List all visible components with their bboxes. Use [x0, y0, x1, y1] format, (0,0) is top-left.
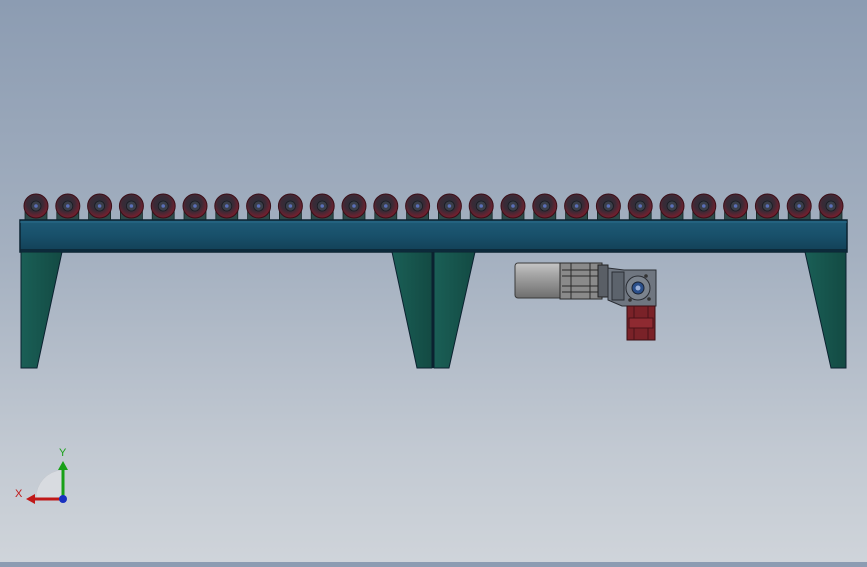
roller [436, 193, 462, 221]
roller [659, 193, 685, 221]
roller [214, 193, 240, 221]
roller [500, 193, 526, 221]
roller [532, 193, 558, 221]
roller [309, 193, 335, 221]
roller-row [23, 193, 844, 221]
roller [595, 193, 621, 221]
roller [691, 193, 717, 221]
roller [118, 193, 144, 221]
roller [55, 193, 81, 221]
roller [754, 193, 780, 221]
coordinate-triad: Y X [15, 447, 68, 504]
axis-label-x: X [15, 488, 23, 500]
leg-center-left [391, 251, 433, 369]
leg-right [804, 251, 847, 369]
roller [468, 193, 494, 221]
roller [786, 193, 812, 221]
axis-label-y: Y [59, 447, 67, 459]
support-legs [20, 251, 847, 369]
roller [277, 193, 303, 221]
conveyor-frame [19, 219, 848, 253]
leg-center-right [433, 251, 476, 369]
roller [87, 193, 113, 221]
roller [818, 193, 844, 221]
roller [23, 193, 49, 221]
conveyor-drawing: Y X [15, 193, 848, 504]
roller [182, 193, 208, 221]
roller [341, 193, 367, 221]
cad-viewport[interactable]: Y X [0, 0, 867, 562]
roller [373, 193, 399, 221]
roller [246, 193, 272, 221]
roller [627, 193, 653, 221]
roller [723, 193, 749, 221]
leg-left [20, 251, 63, 369]
roller [150, 193, 176, 221]
roller [564, 193, 590, 221]
roller [405, 193, 431, 221]
gear-motor [514, 262, 657, 341]
